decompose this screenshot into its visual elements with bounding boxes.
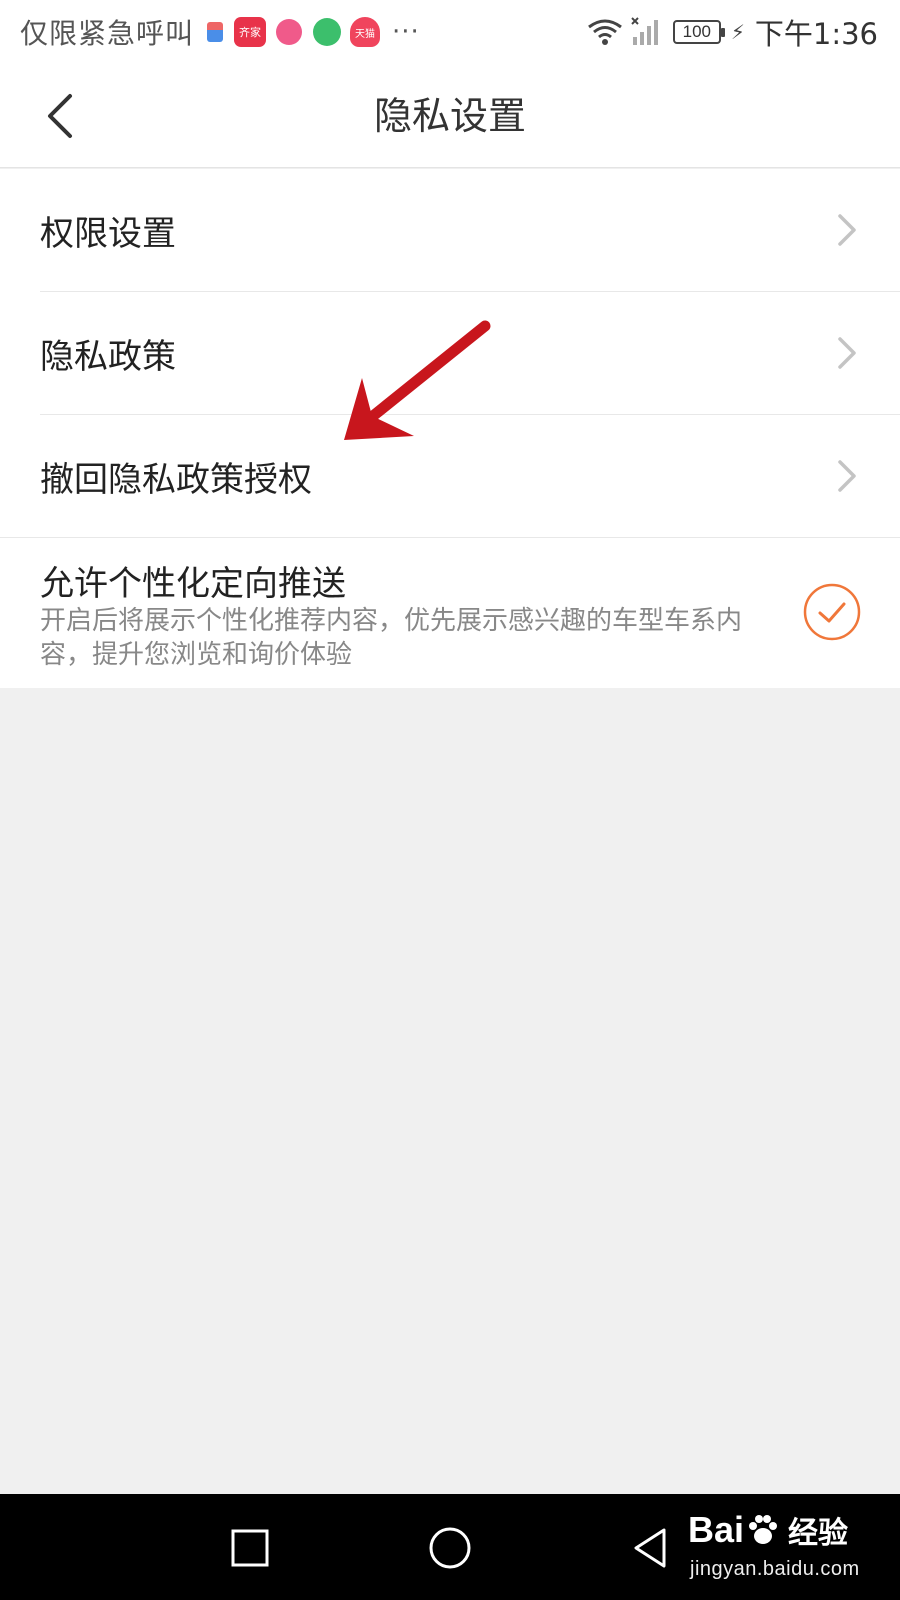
signal-icon: [631, 17, 658, 45]
clock: 下午1:36: [754, 17, 878, 51]
settings-list: 权限设置 隐私政策 撤回隐私政策授权 允许个性化定向推送 开启后将展示个性化推荐…: [0, 169, 900, 688]
gift-icon: [204, 17, 227, 47]
revoke-privacy-authorization-row[interactable]: 撤回隐私政策授权: [0, 415, 900, 538]
chevron-right-icon: [838, 460, 856, 492]
check-icon: [818, 602, 846, 623]
page-title: 隐私设置: [373, 94, 526, 138]
battery-icon: 100: [672, 20, 725, 44]
watermark-url: jingyan.baidu.com: [690, 1558, 860, 1580]
personalized-push-description: 开启后将展示个性化推荐内容，优先展示感兴趣的车型车系内容，提升您浏览和询价体验: [40, 606, 743, 670]
chevron-right-icon: [838, 214, 856, 246]
privacy-policy-label: 隐私政策: [40, 337, 176, 377]
personalized-push-title: 允许个性化定向推送: [40, 564, 346, 604]
circle-icon: [429, 1527, 471, 1569]
baidu-logo: Bai 经验: [688, 1508, 848, 1552]
privacy-policy-row[interactable]: 隐私政策: [0, 292, 900, 415]
home-button[interactable]: [422, 1520, 478, 1576]
revoke-privacy-authorization-label: 撤回隐私政策授权: [40, 460, 312, 500]
permission-settings-row[interactable]: 权限设置: [0, 169, 900, 292]
triangle-back-icon: [634, 1528, 666, 1568]
paw-icon: [749, 1515, 778, 1544]
jingyan-text: 经验: [788, 1516, 849, 1551]
baidu-jingyan-watermark: Bai 经验 jingyan.baidu.com: [688, 1504, 888, 1590]
square-icon: [231, 1529, 269, 1567]
notification-icons: 齐家 天猫 ···: [204, 17, 420, 47]
pink-app-icon: [274, 17, 305, 47]
qijia-app-icon: 齐家: [234, 17, 267, 47]
nav-header: 隐私设置: [0, 64, 900, 168]
charging-icon: ⚡: [730, 20, 745, 44]
permission-settings-label: 权限设置: [40, 214, 176, 254]
wifi-icon: [587, 19, 622, 45]
baidu-logo-text: Bai: [688, 1509, 745, 1550]
status-right: 100 ⚡ 下午1:36: [587, 10, 878, 54]
green-app-icon: [312, 17, 343, 47]
chevron-left-icon: [48, 94, 72, 138]
personalized-push-row: 允许个性化定向推送 开启后将展示个性化推荐内容，优先展示感兴趣的车型车系内容，提…: [0, 538, 900, 688]
status-bar: 仅限紧急呼叫 齐家 天猫 ··· 100 ⚡ 下午1:36: [0, 0, 900, 64]
more-notifications-icon: ···: [392, 17, 420, 47]
system-back-button[interactable]: [622, 1520, 678, 1576]
tmall-app-icon: 天猫: [350, 17, 381, 47]
status-left: 仅限紧急呼叫 齐家 天猫 ···: [20, 10, 420, 54]
chevron-right-icon: [838, 337, 856, 369]
recent-apps-button[interactable]: [222, 1520, 278, 1576]
back-button[interactable]: [30, 86, 90, 146]
carrier-text: 仅限紧急呼叫: [20, 17, 195, 50]
personalized-push-checkbox[interactable]: [802, 582, 862, 642]
